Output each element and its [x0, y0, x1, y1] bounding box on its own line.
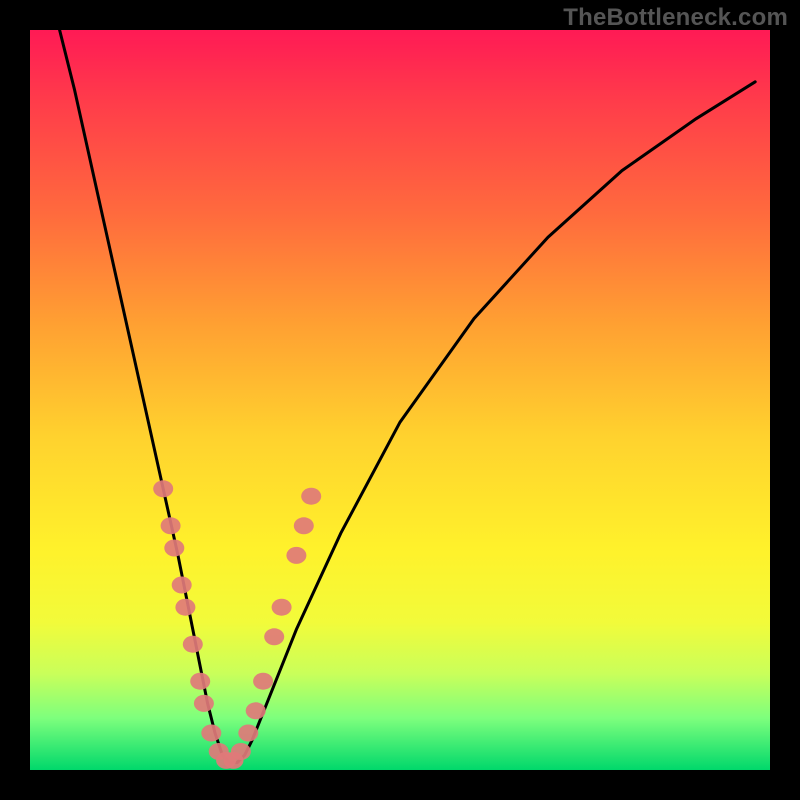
bottleneck-curve — [60, 30, 756, 763]
chart-plot-area — [30, 30, 770, 770]
curve-marker — [231, 743, 251, 760]
chart-svg — [30, 30, 770, 770]
chart-frame: TheBottleneck.com — [0, 0, 800, 800]
curve-marker — [301, 488, 321, 505]
curve-marker — [194, 695, 214, 712]
curve-marker — [246, 702, 266, 719]
curve-marker — [286, 547, 306, 564]
watermark-text: TheBottleneck.com — [563, 4, 788, 32]
curve-marker — [172, 577, 192, 594]
curve-markers — [153, 480, 321, 769]
curve-marker — [164, 540, 184, 557]
curve-marker — [183, 636, 203, 653]
curve-marker — [253, 673, 273, 690]
curve-marker — [175, 599, 195, 616]
curve-marker — [201, 725, 221, 742]
curve-marker — [153, 480, 173, 497]
curve-marker — [161, 517, 181, 534]
curve-marker — [272, 599, 292, 616]
curve-marker — [294, 517, 314, 534]
curve-marker — [264, 628, 284, 645]
curve-marker — [238, 725, 258, 742]
curve-marker — [190, 673, 210, 690]
